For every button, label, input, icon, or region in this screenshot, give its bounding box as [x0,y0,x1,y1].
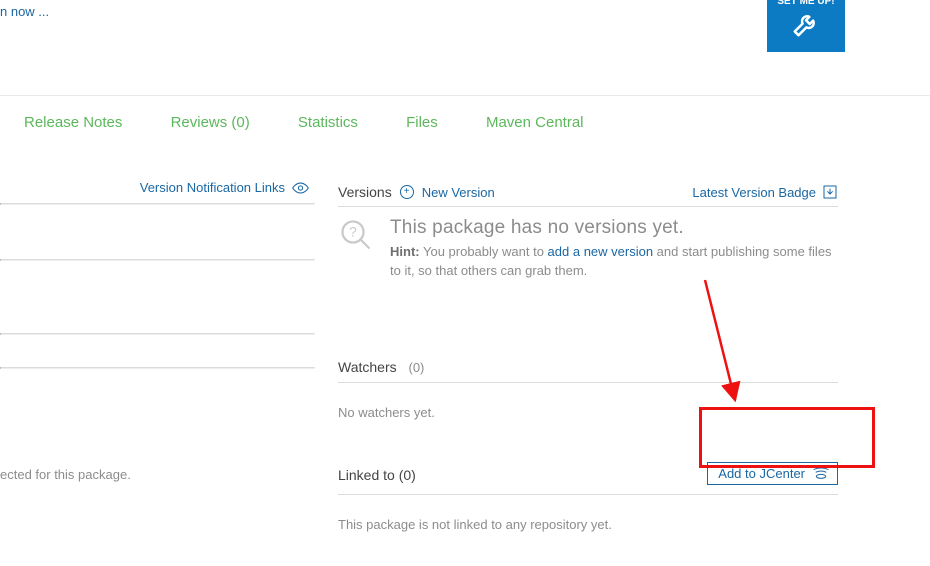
new-version-link[interactable]: New Version [422,185,495,200]
hint-text-1: You probably want to [420,244,548,259]
tab-statistics[interactable]: Statistics [298,114,358,131]
wrench-icon [791,9,821,39]
no-versions-block: ? This package has no versions yet. Hint… [338,217,838,281]
version-notification-links[interactable]: Version Notification Links [0,180,315,203]
tab-release-notes[interactable]: Release Notes [24,114,122,131]
tabbar: Release Notes Reviews (0) Statistics Fil… [0,95,930,149]
breadcrumb-fragment: n now ... [0,4,49,19]
watchers-header: Watchers (0) [338,359,838,383]
latest-version-badge-link[interactable]: Latest Version Badge [692,184,838,200]
latest-version-badge-label: Latest Version Badge [692,185,816,200]
divider [0,333,315,335]
add-to-jcenter-button[interactable]: Add to JCenter [707,462,838,485]
tab-files[interactable]: Files [406,114,438,131]
plus-circle-icon[interactable]: + [400,185,414,199]
divider [0,203,315,205]
left-column: Version Notification Links ected for thi… [0,180,315,482]
linked-to-heading: Linked to (0) [338,467,416,483]
jcenter-icon [813,466,829,480]
hint-label: Hint: [390,244,420,259]
no-versions-title: This package has no versions yet. [390,217,838,239]
set-me-up-button[interactable]: SET ME UP! [767,0,845,52]
watchers-heading: Watchers [338,359,397,375]
add-new-version-link[interactable]: add a new version [548,244,654,259]
add-to-jcenter-label: Add to JCenter [718,466,805,481]
versions-header: Versions + New Version Latest Version Ba… [338,184,838,207]
main-column: Versions + New Version Latest Version Ba… [338,184,838,532]
eye-icon [292,182,309,194]
versions-heading: Versions [338,184,392,200]
download-icon [822,184,838,200]
divider [0,259,315,261]
set-me-up-label: SET ME UP! [767,0,845,7]
vnl-label: Version Notification Links [140,180,285,195]
no-versions-hint: Hint: You probably want to add a new ver… [390,243,838,281]
watchers-count: (0) [409,360,425,375]
divider [0,367,315,369]
license-text-fragment: ected for this package. [0,467,315,482]
linked-to-header: Linked to (0) Add to JCenter [338,464,838,495]
watchers-empty-text: No watchers yet. [338,405,838,420]
magnifier-icon: ? [338,217,374,253]
svg-text:?: ? [349,225,357,240]
linked-to-empty-text: This package is not linked to any reposi… [338,517,838,532]
tab-maven-central[interactable]: Maven Central [486,114,584,131]
tab-reviews[interactable]: Reviews (0) [171,114,250,131]
